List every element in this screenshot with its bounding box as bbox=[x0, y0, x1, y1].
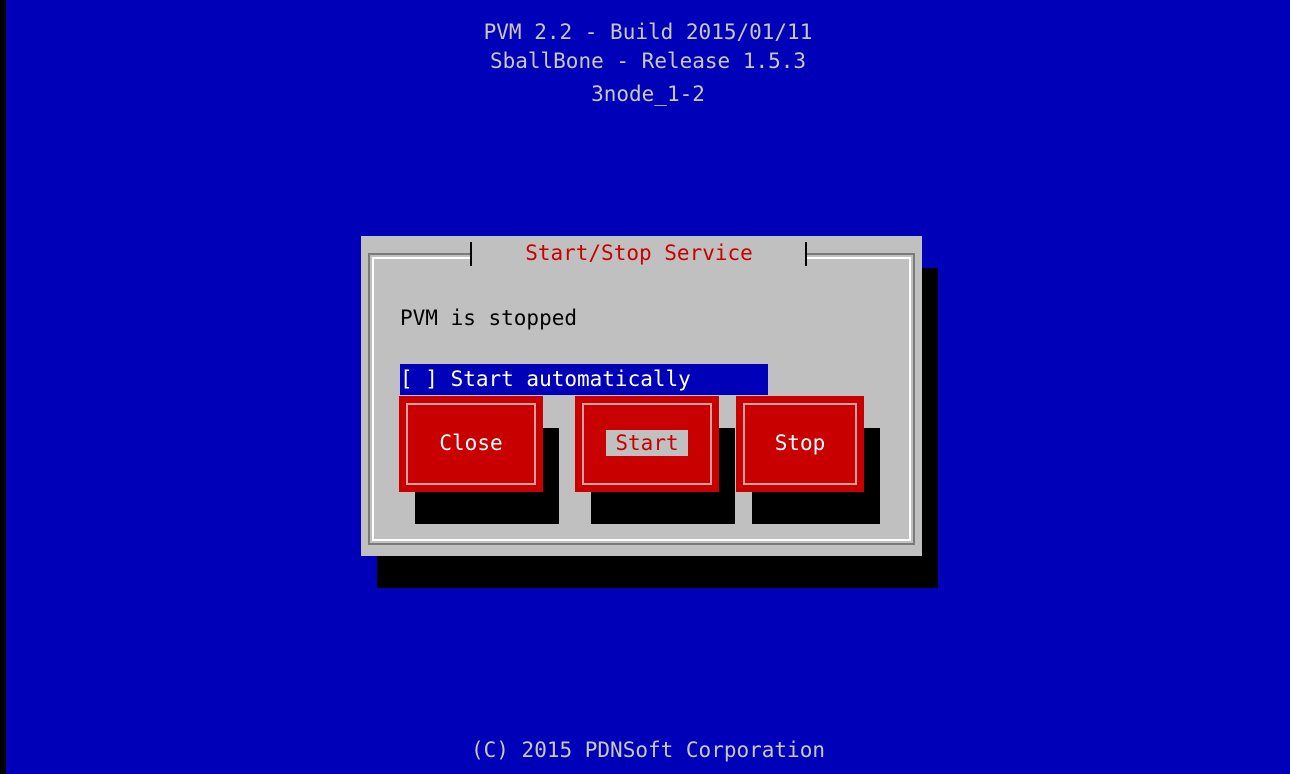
copyright-footer: (C) 2015 PDNSoft Corporation bbox=[470, 738, 825, 762]
start-automatically-checkbox[interactable]: [ ] Start automatically bbox=[400, 364, 768, 395]
dialog-frame-top-left-highlight bbox=[372, 257, 471, 259]
start-stop-dialog: Start/Stop Service PVM is stopped [ ] St… bbox=[361, 236, 922, 556]
title-bracket-left bbox=[470, 242, 472, 266]
title-bracket-right bbox=[805, 242, 807, 266]
service-status-text: PVM is stopped bbox=[400, 306, 578, 330]
release-subtitle: SballBone - Release 1.5.3 bbox=[489, 49, 807, 73]
start-button-label-wrap: Start bbox=[575, 429, 719, 457]
close-button-label: Close bbox=[439, 431, 503, 455]
start-button[interactable]: Start bbox=[575, 396, 719, 492]
node-name: 3node_1-2 bbox=[591, 82, 705, 106]
close-button[interactable]: Close bbox=[399, 396, 543, 492]
dialog-frame-top-left bbox=[368, 253, 471, 255]
dialog-frame-top-right-highlight bbox=[807, 257, 911, 259]
dialog-frame-top-right bbox=[807, 253, 915, 255]
terminal-screen: PVM 2.2 - Build 2015/01/11 SballBone - R… bbox=[6, 0, 1290, 774]
dialog-title: Start/Stop Service bbox=[525, 241, 753, 265]
app-version-title: PVM 2.2 - Build 2015/01/11 bbox=[483, 20, 813, 44]
stop-button[interactable]: Stop bbox=[736, 396, 864, 492]
stop-button-label: Stop bbox=[774, 431, 826, 455]
start-button-label: Start bbox=[606, 430, 688, 456]
